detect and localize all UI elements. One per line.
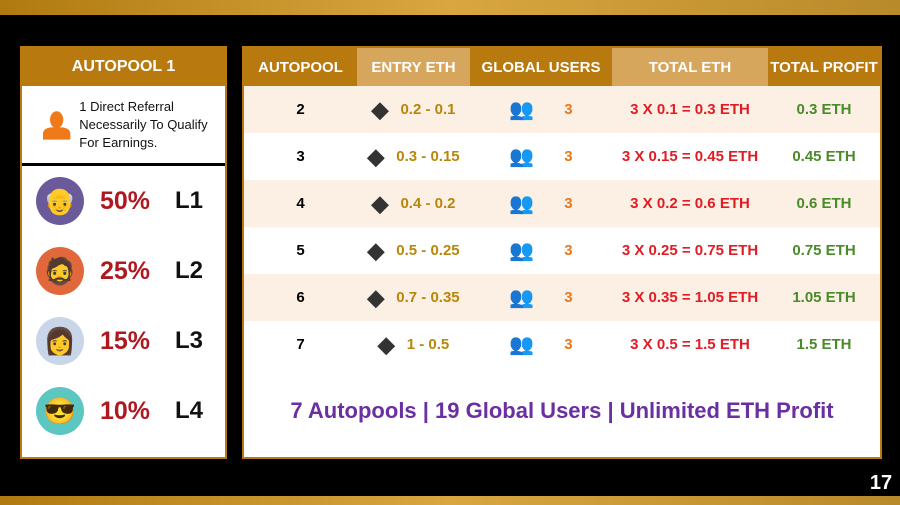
group-users-icon: 👥	[509, 334, 535, 356]
autopool-number: 6	[296, 289, 305, 306]
group-users-icon: 👥	[509, 240, 535, 262]
level-row: 😎 10% L4	[22, 376, 225, 446]
header-total-profit: TOTAL PROFIT	[768, 48, 880, 86]
header-total-eth: TOTAL ETH	[612, 48, 768, 86]
group-users-icon: 👥	[509, 146, 535, 168]
level-row: 👴 50% L1	[22, 166, 225, 236]
total-eth: 3 X 0.1 = 0.3 ETH	[630, 101, 750, 118]
header-autopool: AUTOPOOL	[244, 48, 357, 86]
total-eth: 3 X 0.2 = 0.6 ETH	[630, 195, 750, 212]
level-percent: 25%	[100, 256, 151, 285]
entry-cell: ◆ 0.3 - 0.15	[357, 144, 470, 170]
autopool-number: 5	[296, 242, 305, 259]
level-row: 👩 15% L3	[22, 306, 225, 376]
autopool-1-title: AUTOPOOL 1	[22, 48, 225, 86]
ethereum-icon: ◆	[377, 331, 395, 357]
users-cell: 👥 3	[470, 332, 612, 357]
autopool-number: 4	[296, 195, 305, 212]
entry-cell: ◆ 1 - 0.5	[357, 332, 470, 358]
global-users: 3	[564, 101, 573, 118]
entry-cell: ◆ 0.7 - 0.35	[357, 285, 470, 311]
total-eth: 3 X 0.25 = 0.75 ETH	[621, 242, 759, 259]
level-percent: 10%	[100, 396, 151, 425]
avatar: 👩	[36, 317, 84, 365]
table-row: 3 ◆ 0.3 - 0.15 👥 3 3 X 0.15 = 0.45 ETH 0.4…	[244, 133, 880, 180]
autopool-number: 2	[296, 101, 305, 118]
global-users: 3	[564, 242, 573, 259]
users-cell: 👥 3	[470, 97, 612, 122]
header-entry-eth: ENTRY ETH	[357, 48, 470, 86]
total-profit: 1.5 ETH	[796, 336, 852, 353]
total-eth: 3 X 0.15 = 0.45 ETH	[621, 148, 759, 165]
global-users: 3	[564, 148, 573, 165]
global-users: 3	[564, 336, 573, 353]
page-number: 17	[869, 471, 893, 494]
summary-footer: 7 Autopools | 19 Global Users | Unlimite…	[290, 398, 834, 423]
table-row: 2 ◆ 0.2 - 0.1 👥 3 3 X 0.1 = 0.3 ETH 0.3 ET…	[244, 86, 880, 133]
level-percent: 15%	[100, 326, 151, 355]
ethereum-icon: ◆	[367, 143, 385, 169]
level-percent: 50%	[100, 186, 151, 215]
total-profit: 0.45 ETH	[792, 148, 856, 165]
level-label: L3	[175, 327, 204, 354]
header-global-users: GLOBAL USERS	[470, 48, 612, 86]
level-label: L2	[175, 257, 204, 284]
table-header: AUTOPOOL ENTRY ETH GLOBAL USERS TOTAL ET…	[244, 48, 880, 86]
total-profit: 0.3 ETH	[796, 101, 852, 118]
users-cell: 👥 3	[470, 191, 612, 216]
entry-eth: 0.2 - 0.1	[400, 101, 456, 118]
table-row: 5 ◆ 0.5 - 0.25 👥 3 3 X 0.25 = 0.75 ETH 0.7…	[244, 227, 880, 274]
level-label: L1	[175, 187, 204, 214]
person-icon	[42, 110, 71, 140]
ethereum-icon: ◆	[367, 237, 385, 263]
table-row: 4 ◆ 0.4 - 0.2 👥 3 3 X 0.2 = 0.6 ETH 0.6 ET…	[244, 180, 880, 227]
group-users-icon: 👥	[509, 193, 535, 215]
autopool-number: 7	[296, 336, 305, 353]
total-profit: 1.05 ETH	[792, 289, 856, 306]
entry-cell: ◆ 0.2 - 0.1	[357, 97, 470, 123]
entry-eth: 0.4 - 0.2	[400, 195, 456, 212]
level-row: 🧔 25% L2	[22, 236, 225, 306]
group-users-icon: 👥	[509, 99, 535, 121]
total-eth: 3 X 0.5 = 1.5 ETH	[630, 336, 750, 353]
avatar: 👴	[36, 177, 84, 225]
total-eth: 3 X 0.35 = 1.05 ETH	[621, 289, 759, 306]
entry-cell: ◆ 0.5 - 0.25	[357, 238, 470, 264]
avatar: 😎	[36, 387, 84, 435]
entry-eth: 0.3 - 0.15	[396, 148, 460, 165]
users-cell: 👥 3	[470, 238, 612, 263]
entry-eth: 0.7 - 0.35	[396, 289, 460, 306]
users-cell: 👥 3	[470, 285, 612, 310]
entry-cell: ◆ 0.4 - 0.2	[357, 191, 470, 217]
ethereum-icon: ◆	[371, 96, 389, 122]
global-users: 3	[564, 195, 573, 212]
ethereum-icon: ◆	[367, 284, 385, 310]
autopool-1-panel: AUTOPOOL 1 1 Direct Referral Necessarily…	[20, 46, 227, 459]
bottom-gold-bar	[0, 496, 900, 505]
entry-eth: 1 - 0.5	[406, 336, 450, 353]
ethereum-icon: ◆	[371, 190, 389, 216]
autopool-number: 3	[296, 148, 305, 165]
referral-text: 1 Direct Referral Necessarily To Qualify…	[79, 98, 208, 150]
total-profit: 0.6 ETH	[796, 195, 852, 212]
top-gold-bar	[0, 0, 900, 15]
table-row: 7 ◆ 1 - 0.5 👥 3 3 X 0.5 = 1.5 ETH 1.5 ETH	[244, 321, 880, 368]
users-cell: 👥 3	[470, 144, 612, 169]
entry-eth: 0.5 - 0.25	[396, 242, 460, 259]
autopool-table: AUTOPOOL ENTRY ETH GLOBAL USERS TOTAL ET…	[242, 46, 882, 459]
total-profit: 0.75 ETH	[792, 242, 856, 259]
table-row: 6 ◆ 0.7 - 0.35 👥 3 3 X 0.35 = 1.05 ETH 1.0…	[244, 274, 880, 321]
level-label: L4	[175, 397, 204, 424]
referral-requirement: 1 Direct Referral Necessarily To Qualify…	[22, 86, 225, 166]
group-users-icon: 👥	[509, 287, 535, 309]
avatar: 🧔	[36, 247, 84, 295]
global-users: 3	[564, 289, 573, 306]
